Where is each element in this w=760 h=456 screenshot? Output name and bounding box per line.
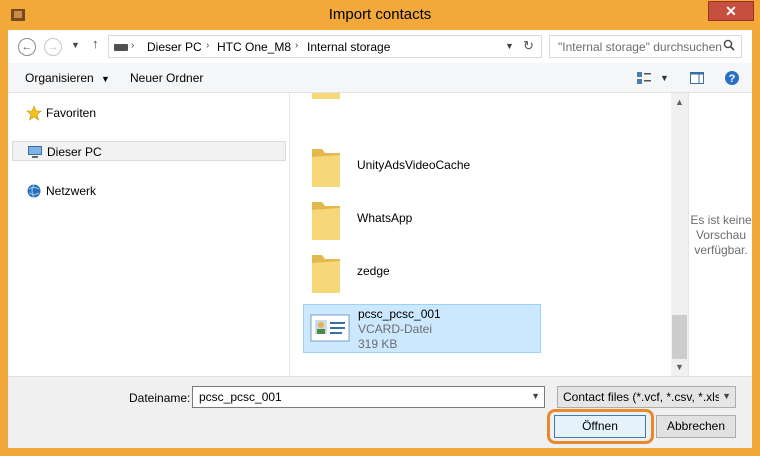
window-title: Import contacts xyxy=(328,6,432,23)
search-icon[interactable] xyxy=(723,39,735,51)
chevron-right-icon[interactable]: › xyxy=(206,40,209,51)
breadcrumb-internal-storage[interactable]: Internal storage xyxy=(307,40,390,54)
back-button[interactable]: ← xyxy=(18,38,36,56)
folder-icon xyxy=(312,149,340,187)
star-icon xyxy=(26,105,42,121)
sidebar-item-label: Favoriten xyxy=(46,106,97,120)
file-name: UnityAdsVideoCache xyxy=(357,158,471,172)
folder-icon xyxy=(312,93,340,99)
organize-label: Organisieren xyxy=(25,71,94,85)
network-icon xyxy=(27,184,41,198)
new-folder-button[interactable]: Neuer Ordner xyxy=(130,71,203,85)
breadcrumb-dieser-pc[interactable]: Dieser PC xyxy=(147,40,202,54)
folder-icon xyxy=(312,202,340,240)
list-item[interactable]: UnityAdsVideoCache xyxy=(303,143,541,193)
sidebar-item-label: Netzwerk xyxy=(46,184,97,198)
close-button[interactable]: ✕ xyxy=(708,1,754,21)
address-bar[interactable]: › Dieser PC › HTC One_M8 › Internal stor… xyxy=(108,35,542,58)
file-type: VCARD-Datei xyxy=(358,322,433,336)
folder-icon xyxy=(312,255,340,293)
vcard-icon xyxy=(310,314,350,342)
import-contacts-dialog: Import contacts ✕ ← → ▼ ↑ › Dieser PC › … xyxy=(0,0,760,456)
chevron-down-icon[interactable]: ▼ xyxy=(531,391,540,401)
recent-locations-icon[interactable]: ▼ xyxy=(71,40,80,50)
svg-text:?: ? xyxy=(729,73,736,85)
preview-line: Es ist keine xyxy=(690,213,752,227)
view-options-icon[interactable] xyxy=(636,70,652,86)
computer-icon xyxy=(28,146,42,158)
sidebar-item-netzwerk[interactable]: Netzwerk xyxy=(12,181,286,201)
navigation-pane: Favoriten Dieser PC Netzwerk xyxy=(8,93,290,376)
scrollbar-thumb[interactable] xyxy=(672,315,687,359)
list-item[interactable]: WhatsApp xyxy=(303,196,541,246)
chevron-down-icon[interactable]: ▼ xyxy=(722,391,731,401)
scroll-down-icon[interactable]: ▼ xyxy=(675,362,684,372)
up-arrow-icon[interactable]: ↑ xyxy=(92,36,99,51)
sidebar-item-favoriten[interactable]: Favoriten xyxy=(12,103,286,123)
chevron-right-icon[interactable]: › xyxy=(131,40,134,51)
sidebar-item-dieser-pc[interactable]: Dieser PC xyxy=(12,141,286,161)
address-dropdown-icon[interactable]: ▼ xyxy=(505,41,514,51)
command-toolbar: Organisieren ▼ Neuer Ordner ▼ ? xyxy=(8,63,752,93)
preview-message: Es ist keine Vorschau verfügbar. xyxy=(689,213,753,258)
cancel-button[interactable]: Abbrechen xyxy=(656,415,736,438)
help-icon[interactable]: ? xyxy=(724,70,740,86)
search-input[interactable]: "Internal storage" durchsuchen xyxy=(549,35,742,58)
forward-button[interactable]: → xyxy=(44,38,62,56)
filter-value: Contact files (*.vcf, *.csv, *.xls, * xyxy=(563,390,719,404)
vertical-scrollbar[interactable]: ▲ ▼ xyxy=(671,93,688,376)
chevron-right-icon[interactable]: › xyxy=(295,40,298,51)
scroll-up-icon[interactable]: ▲ xyxy=(675,97,684,107)
open-button[interactable]: Öffnen xyxy=(554,415,646,438)
title-bar[interactable]: Import contacts ✕ xyxy=(0,0,760,30)
chevron-down-icon: ▼ xyxy=(101,74,110,84)
file-size: 319 KB xyxy=(358,337,398,351)
navigation-bar: ← → ▼ ↑ › Dieser PC › HTC One_M8 › Inter… xyxy=(8,30,752,63)
breadcrumb-htc-one[interactable]: HTC One_M8 xyxy=(217,40,291,54)
file-name: pcsc_pcsc_001 xyxy=(358,307,441,321)
filename-input[interactable]: pcsc_pcsc_001 ▼ xyxy=(192,386,545,408)
drive-icon xyxy=(114,44,128,51)
refresh-icon[interactable]: ↻ xyxy=(523,38,534,54)
view-dropdown-icon[interactable]: ▼ xyxy=(660,73,669,83)
preview-pane: Es ist keine Vorschau verfügbar. xyxy=(688,93,752,376)
sidebar-item-label: Dieser PC xyxy=(47,145,102,159)
file-list: UnityAdsVideoCache WhatsApp zedge pcsc_p… xyxy=(291,93,671,376)
preview-pane-icon[interactable] xyxy=(689,70,705,86)
preview-line: Vorschau xyxy=(695,228,747,242)
list-item[interactable]: zedge xyxy=(303,249,541,299)
file-name: WhatsApp xyxy=(357,211,413,225)
filename-label: Dateiname: xyxy=(129,391,191,405)
organize-menu[interactable]: Organisieren ▼ xyxy=(25,71,110,85)
dialog-footer: Dateiname: pcsc_pcsc_001 ▼ Contact files… xyxy=(8,376,752,448)
preview-line: verfügbar. xyxy=(694,243,748,257)
filename-value: pcsc_pcsc_001 xyxy=(199,390,282,404)
list-item[interactable] xyxy=(303,93,541,105)
dialog-body: ← → ▼ ↑ › Dieser PC › HTC One_M8 › Inter… xyxy=(8,30,752,448)
file-type-filter[interactable]: Contact files (*.vcf, *.csv, *.xls, * ▼ xyxy=(557,386,736,408)
file-name: zedge xyxy=(357,264,390,278)
list-item-selected[interactable]: pcsc_pcsc_001 VCARD-Datei 319 KB xyxy=(303,304,541,353)
search-placeholder: "Internal storage" durchsuchen xyxy=(558,40,722,54)
